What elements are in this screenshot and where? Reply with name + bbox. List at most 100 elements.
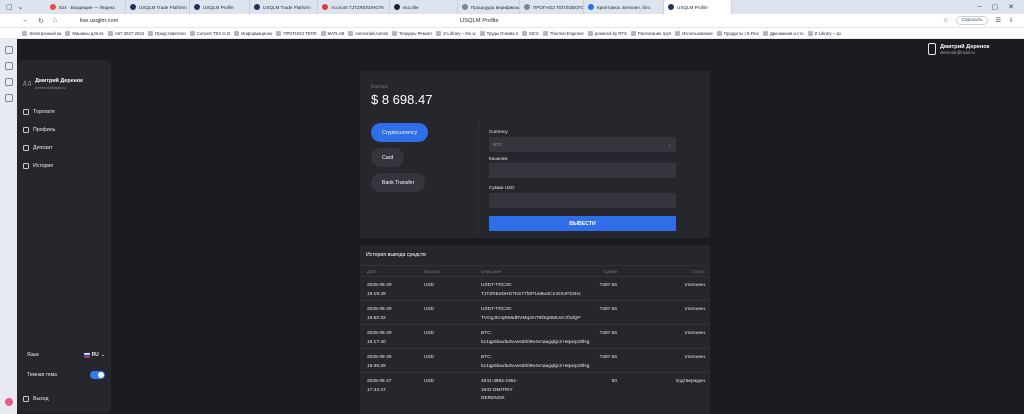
bookmark-item[interactable]: Z-Library – кр xyxy=(807,30,841,36)
minimize-icon[interactable]: – xyxy=(978,3,982,11)
bookmark-item[interactable]: ПРОГНОЗ ТЕПЛ xyxy=(276,30,317,36)
dark-theme-toggle[interactable] xyxy=(90,371,105,379)
bookmark-item[interactable]: Тендеры Ремонт xyxy=(391,30,432,36)
side-panel-icon-4[interactable] xyxy=(4,94,13,102)
browser-tab[interactable]: USQLM Profile xyxy=(190,0,250,14)
cell-currency: USD xyxy=(424,283,435,288)
bookmark-favicon-icon xyxy=(630,30,636,36)
back-icon[interactable]: ← xyxy=(22,17,29,25)
cell-status: отклонен xyxy=(684,355,705,360)
side-panel-icon-3[interactable] xyxy=(4,78,13,86)
profile-header[interactable]: Дмитрий Деренок derenok@mail.ru xyxy=(924,39,1024,59)
table-row: 2025-08-28 18:46:28 USD BTC: bc1qp5kaufa3v… xyxy=(360,348,710,372)
bookmark-favicon-icon xyxy=(716,30,722,36)
bookmark-item[interactable]: Продукты | К-Flex xyxy=(716,30,759,36)
tab-menu-icon[interactable]: ⌄ xyxy=(18,3,24,11)
bookmark-item[interactable]: А67 3027-2024 xyxy=(107,30,144,36)
bookmark-item[interactable]: MCS xyxy=(522,30,539,36)
bookmark-favicon-icon xyxy=(234,30,240,36)
bookmark-favicon-icon xyxy=(391,30,397,36)
close-window-icon[interactable]: ✕ xyxy=(1008,3,1014,11)
tab-favicon-icon xyxy=(588,4,594,10)
reload-icon[interactable]: ↻ xyxy=(38,17,44,25)
bookmark-item[interactable]: Thermal Engineer xyxy=(542,30,584,36)
browser-tab[interactable]: sso.title xyxy=(390,0,458,14)
bookmark-item[interactable]: Расписание груп xyxy=(630,30,672,36)
browser-tab[interactable]: ПРОГНОЗ ТЕПЛОВОГО П xyxy=(520,0,584,14)
method-bank-transfer-button[interactable]: Bank Transfer xyxy=(371,173,426,192)
browser-tab[interactable]: Процедура верификации xyxy=(458,0,520,14)
bookmark-item[interactable]: memorials.tomsk xyxy=(348,30,388,36)
tab-label: Процедура верификации xyxy=(471,4,520,10)
method-cryptocurrency-button[interactable]: Cryptocurrency xyxy=(371,123,429,142)
wallet-input[interactable] xyxy=(489,163,676,178)
language-label: Язык xyxy=(27,352,39,358)
bookmark-item[interactable]: Труды Очкова п xyxy=(479,30,519,36)
bookmark-item[interactable]: Дренажная и сто xyxy=(762,30,804,36)
language-select[interactable]: RU ⌄ xyxy=(83,352,105,358)
browser-tab[interactable]: USQLM Trade Platform xyxy=(126,0,190,14)
cell-amount: 7287.65 xyxy=(599,355,617,360)
logout-button[interactable]: Выход xyxy=(23,396,49,402)
tab-favicon-icon xyxy=(194,4,200,10)
amount-input[interactable] xyxy=(489,193,676,208)
bookmark-item[interactable]: Машины для вс xyxy=(65,30,104,36)
browser-tab[interactable]: 524 · Входящие — Яндекс xyxy=(46,0,126,14)
bookmark-label: Расписание груп xyxy=(637,30,672,36)
ask-button[interactable]: Спросить xyxy=(956,16,988,25)
deposit-icon xyxy=(23,145,29,151)
language-row: Язык RU ⌄ xyxy=(27,352,105,358)
home-icon[interactable]: ⌂ xyxy=(53,17,57,25)
bookmark-favicon-icon xyxy=(807,30,813,36)
bookmark-label: Машины для вс xyxy=(72,30,104,36)
cell-date: 2025-08-29 18:17:40 xyxy=(367,331,392,345)
bookmark-item[interactable]: powered by RTS xyxy=(587,30,627,36)
downloads-icon[interactable]: ⇩ xyxy=(1009,17,1014,24)
history-table-header: Дата Валюта Описание Сумма Статус xyxy=(360,265,710,276)
bookmark-item[interactable]: Информационн xyxy=(234,30,273,36)
app-sidebar: Д Д Дмитрий Деренок derenok@mail.ru Торг… xyxy=(17,60,111,413)
table-row: 2025-08-29 18:50:32 USD USDT-TRC20: TVGgJK… xyxy=(360,300,710,324)
sidebar-item-history[interactable]: История xyxy=(23,163,55,169)
cell-currency: USD xyxy=(424,331,435,336)
bookmark-label: MCS xyxy=(529,30,539,36)
wallet-label: Кошелек xyxy=(489,156,508,161)
withdraw-button[interactable]: ВЫВЕСТИ xyxy=(489,216,676,231)
bookmark-label: Convert TEX to D xyxy=(196,30,231,36)
maximize-icon[interactable]: ▢ xyxy=(992,3,999,11)
sidebar-item-profile[interactable]: Профиль xyxy=(23,127,55,133)
bookmark-favicon-icon xyxy=(479,30,485,36)
extensions-icon[interactable]: ☰ xyxy=(996,17,1001,24)
sidebar-item-deposit[interactable]: Депозит xyxy=(23,145,55,151)
bookmark-item[interactable]: Z-Library – the w xyxy=(436,30,476,36)
currency-select[interactable]: BTC ⌄ xyxy=(489,137,676,152)
balance-label: Баланс xyxy=(371,84,389,90)
side-panel-icon-2[interactable] xyxy=(4,62,13,70)
browser-side-panel xyxy=(0,39,17,414)
profile-icon xyxy=(23,127,29,133)
bookmark-item[interactable]: MATLAB xyxy=(320,30,344,36)
sidebar-item-trading[interactable]: Торговля xyxy=(23,109,55,115)
side-panel-icon-1[interactable] xyxy=(4,46,13,54)
bookmark-label: Продукты | К-Flex xyxy=(723,30,759,36)
browser-assistant-icon[interactable] xyxy=(4,398,13,406)
column-date: Дата xyxy=(367,269,377,274)
bookmark-item[interactable]: Convert TEX to D xyxy=(189,30,231,36)
browser-tab[interactable]: Криптовюк. Биткоин, бло xyxy=(584,0,664,14)
browser-tab[interactable]: Account TJTZREhDHG7K xyxy=(318,0,390,14)
tab-list-icon[interactable]: ▢ xyxy=(6,3,13,11)
cell-status: отклонен xyxy=(684,331,705,336)
method-card-button[interactable]: Card xyxy=(371,148,405,167)
bookmark-item[interactable]: Электронный ка xyxy=(22,30,61,36)
bookmark-item[interactable]: Использование xyxy=(675,30,713,36)
theme-label: Темная тема xyxy=(27,372,57,378)
bookmark-label: Представители xyxy=(155,30,186,36)
browser-tab[interactable]: USQLM Trade Platform xyxy=(250,0,318,14)
url-field[interactable]: live.usqjlm.com xyxy=(80,18,460,24)
bookmark-label: Информационн xyxy=(241,30,273,36)
bookmark-item[interactable]: Представители xyxy=(148,30,186,36)
bookmark-label: Труды Очкова п xyxy=(486,30,519,36)
bookmark-star-icon[interactable]: ☆ xyxy=(943,17,948,24)
browser-tab[interactable]: USQLM Profile xyxy=(664,0,732,14)
profile-header-name: Дмитрий Деренок xyxy=(940,43,990,50)
